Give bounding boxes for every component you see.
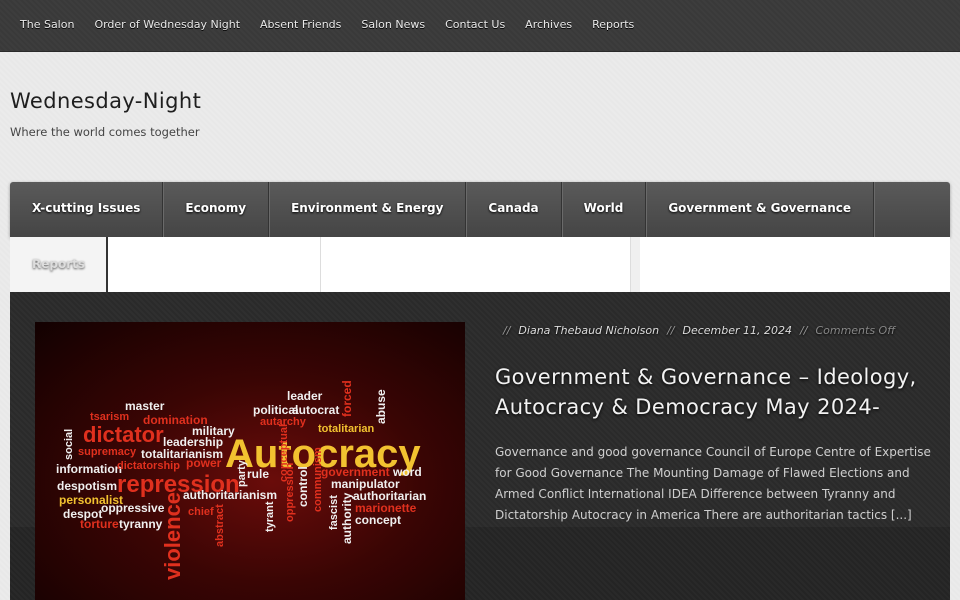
category-environment-energy[interactable]: Environment & Energy — [269, 182, 467, 237]
word-cloud-word: master — [125, 399, 165, 413]
word-cloud-word: communism — [312, 447, 324, 512]
category-economy[interactable]: Economy — [163, 182, 270, 237]
topnav-item-order-of-wednesday-night[interactable]: Order of Wednesday Night — [84, 0, 250, 50]
post-author[interactable]: Diana Thebaud Nicholson — [518, 324, 659, 337]
word-cloud-word: torture — [80, 517, 119, 531]
post-date: December 11, 2024 — [682, 324, 793, 337]
word-cloud-word: abuse — [374, 389, 388, 424]
topnav-item-contact-us[interactable]: Contact Us — [435, 0, 515, 50]
word-cloud-word: information — [56, 462, 122, 476]
meta-separator: // — [667, 324, 675, 337]
category-menu-row: X-cutting Issues Economy Environment & E… — [10, 182, 950, 237]
category-x-cutting-issues[interactable]: X-cutting Issues — [10, 182, 164, 237]
meta-separator: // — [503, 324, 511, 337]
word-cloud-word: leader — [287, 389, 323, 403]
top-navigation-bar: The Salon Order of Wednesday Night Absen… — [0, 0, 960, 52]
word-cloud-word: concept — [355, 513, 401, 527]
post-excerpt: Governance and good governance Council o… — [495, 445, 931, 522]
menu-divider — [320, 237, 321, 292]
category-government-governance[interactable]: Government & Governance — [646, 182, 874, 237]
word-cloud-word: chief — [188, 506, 214, 518]
post-comments-status: Comments Off — [815, 324, 896, 337]
top-menu: The Salon Order of Wednesday Night Absen… — [0, 0, 960, 50]
autocracy-word-cloud-image: mastertsarism dominationleaderpoliticalau… — [56, 380, 426, 580]
topnav-item-salon-news[interactable]: Salon News — [351, 0, 435, 50]
category-reports[interactable]: Reports — [10, 237, 108, 292]
word-cloud-word: fascist — [328, 495, 340, 530]
featured-post-image[interactable]: master tsarism domination leader political au… — [35, 322, 465, 600]
topnav-item-reports[interactable]: Reports — [582, 0, 644, 50]
word-cloud-word: tyranny — [119, 517, 163, 531]
word-cloud-word: social — [63, 429, 75, 460]
word-cloud-word: forced — [340, 380, 354, 417]
word-cloud-word: tyrant — [264, 501, 276, 532]
word-cloud-word: autocrat — [292, 403, 339, 417]
post-title[interactable]: Government & Governance – Ideology, Auto… — [495, 362, 935, 422]
word-cloud-word: dictator — [83, 422, 164, 447]
menu-divider — [630, 237, 640, 292]
topnav-item-the-salon[interactable]: The Salon — [10, 0, 84, 50]
category-canada[interactable]: Canada — [466, 182, 562, 237]
site-title[interactable]: Wednesday-Night — [10, 89, 201, 113]
word-cloud-word: control — [296, 466, 310, 507]
meta-separator: // — [800, 324, 808, 337]
category-world[interactable]: World — [562, 182, 647, 237]
word-cloud-word: violence — [160, 492, 185, 580]
word-cloud-word: despotism — [57, 479, 117, 493]
featured-post-slider: master tsarism domination leader political au… — [10, 292, 950, 600]
word-cloud-word: oppression — [284, 462, 296, 522]
category-menu-row-2: Reports — [10, 237, 950, 292]
word-cloud-word: abstract — [214, 504, 226, 547]
word-cloud-word: power — [186, 456, 222, 470]
word-cloud-word: oppressive — [101, 501, 165, 515]
word-cloud-word: rule — [247, 467, 269, 481]
word-cloud-word: authority — [340, 492, 354, 544]
word-cloud-word: supremacy — [78, 446, 137, 458]
site-tagline: Where the world comes together — [10, 125, 200, 139]
topnav-item-absent-friends[interactable]: Absent Friends — [250, 0, 351, 50]
category-navigation: X-cutting Issues Economy Environment & E… — [10, 182, 950, 292]
post-meta: // Diana Thebaud Nicholson // December 11, … — [495, 324, 895, 337]
topnav-item-archives[interactable]: Archives — [515, 0, 582, 50]
word-cloud-word: authoritarianism — [183, 488, 277, 502]
